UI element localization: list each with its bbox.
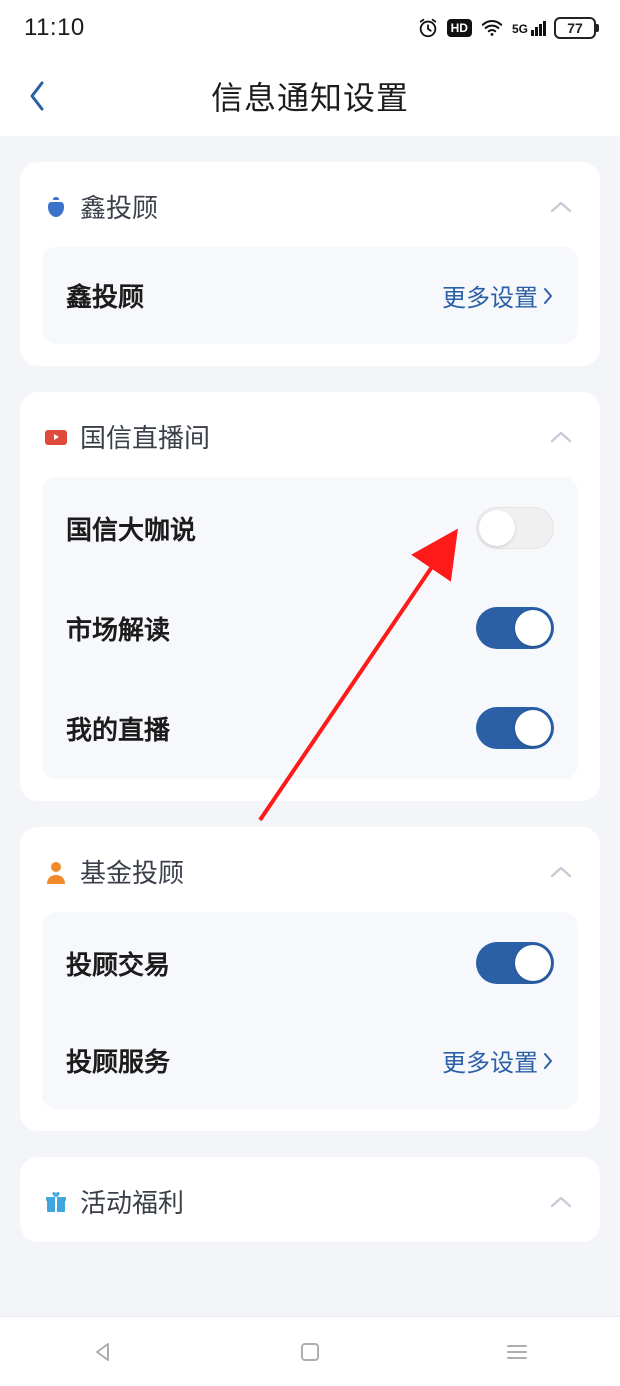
alarm-icon: [417, 17, 439, 39]
battery-icon: 77: [554, 17, 596, 39]
row-label: 鑫投顾: [66, 277, 144, 314]
chevron-left-icon: [28, 79, 48, 113]
header: 信息通知设置: [0, 56, 620, 136]
row-label: 市场解读: [66, 610, 170, 647]
section-header[interactable]: 活动福利: [20, 1157, 600, 1242]
row-shichang-jiedu: 市场解读: [42, 579, 578, 679]
section-title: 基金投顾: [80, 853, 546, 890]
toggle-guoxin-dakashow[interactable]: [476, 507, 554, 549]
status-bar: 11:10 HD 5G 77: [0, 0, 620, 56]
network-icon: 5G: [512, 21, 546, 36]
chevron-up-icon: [546, 192, 576, 222]
section-body: 投顾交易 投顾服务 更多设置: [42, 912, 578, 1109]
section-fund-tougu: 基金投顾 投顾交易 投顾服务 更多设置: [20, 827, 600, 1131]
gift-icon: [44, 1190, 68, 1214]
menu-recent-icon: [506, 1343, 528, 1361]
hd-icon: HD: [447, 19, 472, 37]
section-header[interactable]: 鑫投顾: [20, 162, 600, 247]
chevron-right-icon: [542, 286, 554, 306]
row-xintougu-more[interactable]: 鑫投顾 更多设置: [42, 247, 578, 344]
section-title: 鑫投顾: [80, 188, 546, 225]
row-wode-zhibo: 我的直播: [42, 679, 578, 779]
row-label: 我的直播: [66, 710, 170, 747]
row-tougu-jiaoyi: 投顾交易: [42, 912, 578, 1014]
row-label: 投顾交易: [66, 945, 170, 982]
section-body: 国信大咖说 市场解读 我的直播: [42, 477, 578, 779]
person-icon: [44, 860, 68, 884]
section-xintougu: 鑫投顾 鑫投顾 更多设置: [20, 162, 600, 366]
more-settings-text: 更多设置: [442, 278, 538, 313]
section-body: 鑫投顾 更多设置: [42, 247, 578, 344]
section-title: 国信直播间: [80, 418, 546, 455]
nav-recent-button[interactable]: [497, 1332, 537, 1372]
toggle-wode-zhibo[interactable]: [476, 707, 554, 749]
status-time: 11:10: [24, 14, 85, 42]
toggle-tougu-jiaoyi[interactable]: [476, 942, 554, 984]
section-huodong-fuli: 活动福利: [20, 1157, 600, 1242]
page-title: 信息通知设置: [0, 73, 620, 119]
triangle-back-icon: [92, 1341, 114, 1363]
chevron-up-icon: [546, 857, 576, 887]
row-label: 投顾服务: [66, 1042, 170, 1079]
row-label: 国信大咖说: [66, 510, 196, 547]
bag-icon: [44, 195, 68, 219]
nav-back-button[interactable]: [83, 1332, 123, 1372]
more-settings-text: 更多设置: [442, 1043, 538, 1078]
toggle-shichang-jiedu[interactable]: [476, 607, 554, 649]
chevron-up-icon: [546, 422, 576, 452]
row-guoxin-dakashow: 国信大咖说: [42, 477, 578, 579]
more-settings-link[interactable]: 更多设置: [442, 1043, 554, 1078]
section-title: 活动福利: [80, 1183, 546, 1220]
nav-home-button[interactable]: [290, 1332, 330, 1372]
section-header[interactable]: 国信直播间: [20, 392, 600, 477]
more-settings-link[interactable]: 更多设置: [442, 278, 554, 313]
section-header[interactable]: 基金投顾: [20, 827, 600, 912]
section-guoxin-live: 国信直播间 国信大咖说 市场解读 我的直播: [20, 392, 600, 801]
chevron-up-icon: [546, 1187, 576, 1217]
content: 鑫投顾 鑫投顾 更多设置 国信直播间: [0, 136, 620, 1316]
system-navbar: [0, 1316, 620, 1386]
chevron-right-icon: [542, 1051, 554, 1071]
status-icons: HD 5G 77: [417, 17, 596, 39]
video-icon: [44, 425, 68, 449]
square-home-icon: [300, 1342, 320, 1362]
wifi-icon: [480, 17, 504, 39]
row-tougu-fuwu-more[interactable]: 投顾服务 更多设置: [42, 1014, 578, 1109]
back-button[interactable]: [18, 76, 58, 116]
